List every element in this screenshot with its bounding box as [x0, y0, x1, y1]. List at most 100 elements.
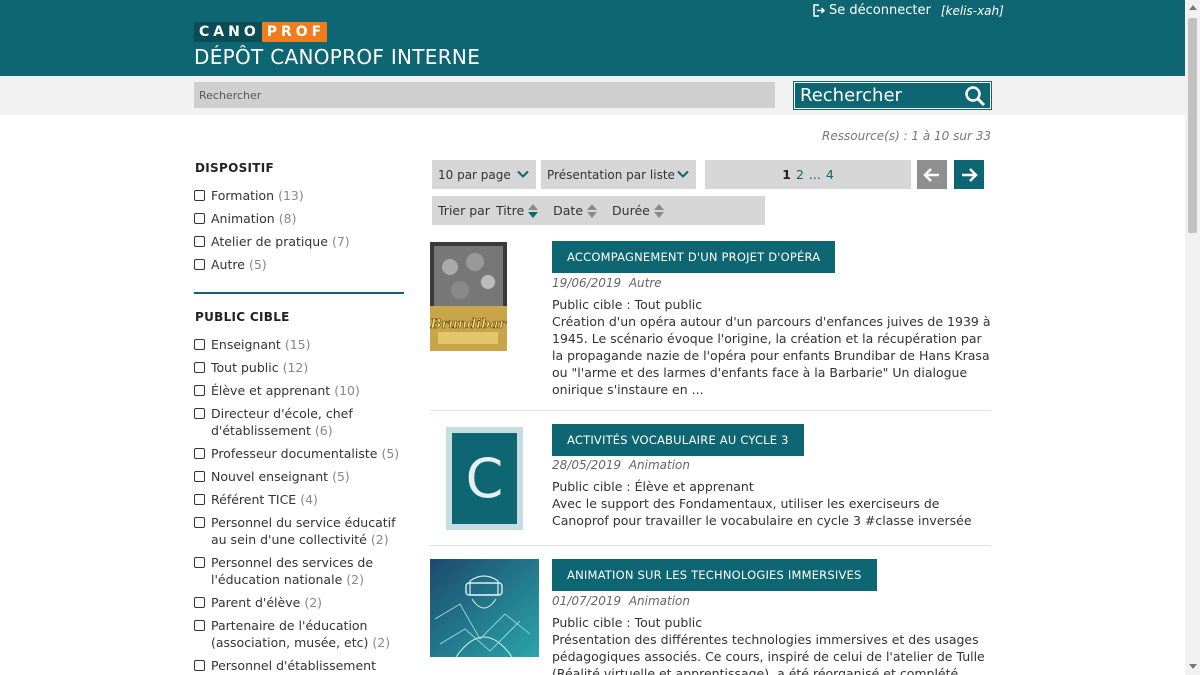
checkbox[interactable]	[194, 339, 205, 350]
facet-label: Animation	[211, 211, 275, 226]
search-placeholder: Rechercher	[199, 88, 262, 102]
checkbox[interactable]	[194, 620, 205, 631]
facet-title-dispositif: DISPOSITIF	[195, 161, 275, 175]
result-title-link[interactable]: ACCOMPAGNEMENT D'UN PROJET D'OPÉRA	[552, 241, 836, 273]
scrollbar-thumb[interactable]	[1188, 18, 1197, 233]
facet-item[interactable]: Élève et apprenant (10)	[194, 382, 409, 399]
checkbox[interactable]	[194, 385, 205, 396]
result-type: Animation	[628, 458, 690, 472]
sort-arrows-icon	[528, 203, 539, 218]
page-link[interactable]: 4	[826, 167, 834, 182]
facet-item[interactable]: Personnel d'établissement	[194, 657, 409, 674]
checkbox[interactable]	[194, 471, 205, 482]
logo-part-prof: PROF	[261, 22, 328, 42]
facet-count: (2)	[304, 595, 323, 610]
previous-page-button[interactable]	[917, 160, 947, 189]
facet-label: Référent TICE	[211, 492, 297, 507]
result-type: Autre	[628, 276, 662, 290]
facet-count: (13)	[278, 188, 304, 203]
sort-label: Trier par	[438, 203, 490, 218]
scroll-up-icon[interactable]	[1189, 5, 1197, 10]
results-summary: Ressource(s) : 1 à 10 sur 33	[822, 129, 991, 143]
facet-item[interactable]: Autre (5)	[194, 256, 409, 273]
sort-by-duration[interactable]: Durée	[612, 203, 665, 219]
facet-label: Atelier de pratique	[211, 234, 328, 249]
facet-count: (2)	[346, 572, 364, 587]
result-thumbnail[interactable]: Brundibar	[430, 242, 507, 351]
page-scrollbar[interactable]	[1185, 0, 1200, 675]
search-input[interactable]: Rechercher	[194, 82, 775, 108]
checkbox[interactable]	[194, 557, 205, 568]
checkbox[interactable]	[194, 213, 205, 224]
logout-label: Se déconnecter	[829, 3, 931, 18]
view-mode-select[interactable]: Présentation par liste	[541, 160, 696, 189]
facet-label: Élève et apprenant	[211, 383, 331, 398]
result-meta: 19/06/2019 Autre	[552, 276, 662, 290]
sort-bar: Trier par Titre Date Durée	[432, 196, 765, 225]
facet-item[interactable]: Personnel du service éducatif au sein d'…	[194, 514, 409, 548]
sort-arrows-icon	[587, 203, 598, 218]
scroll-down-icon[interactable]	[1189, 664, 1197, 669]
view-mode-value: Présentation par liste	[547, 167, 675, 182]
checkbox[interactable]	[194, 362, 205, 373]
facet-label: Nouvel enseignant	[211, 469, 329, 484]
arrow-left-icon	[923, 167, 939, 182]
facet-count: (4)	[300, 492, 318, 507]
facet-title-public: PUBLIC CIBLE	[195, 310, 290, 324]
facet-count: (7)	[331, 234, 350, 249]
checkbox[interactable]	[194, 517, 205, 528]
search-button[interactable]: Rechercher	[793, 81, 992, 110]
result-thumbnail[interactable]: C	[446, 427, 523, 530]
facet-item[interactable]: Atelier de pratique (7)	[194, 233, 409, 250]
canoprof-logo[interactable]: CANO PROF	[194, 22, 328, 42]
result-description: Création d'un opéra autour d'un parcours…	[552, 314, 991, 397]
result-title-link[interactable]: ACTIVITÉS VOCABULAIRE AU CYCLE 3	[552, 424, 804, 456]
facet-count: (2)	[372, 635, 391, 650]
checkbox[interactable]	[194, 236, 205, 247]
page-ellipsis: ...	[808, 167, 821, 182]
facet-count: (12)	[282, 360, 309, 375]
facet-count: (5)	[248, 257, 267, 272]
facet-item[interactable]: Professeur documentaliste (5)	[194, 445, 409, 462]
checkbox[interactable]	[194, 660, 205, 671]
checkbox[interactable]	[194, 448, 205, 459]
facet-item[interactable]: Parent d'élève (2)	[194, 594, 409, 611]
sort-key-label: Date	[553, 203, 584, 218]
facet-label: Formation	[211, 188, 275, 203]
facet-count: (5)	[381, 446, 400, 461]
page-link[interactable]: 2	[796, 167, 804, 182]
page-current: 1	[782, 167, 791, 182]
facet-item[interactable]: Tout public (12)	[194, 359, 409, 376]
result-body: Public cible : Élève et apprenant Avec l…	[552, 478, 992, 529]
result-description: Présentation des différentes technologie…	[552, 632, 985, 675]
facet-item[interactable]: Partenaire de l'éducation (association, …	[194, 617, 409, 651]
facet-label: Autre	[211, 257, 245, 272]
facet-item[interactable]: Nouvel enseignant (5)	[194, 468, 409, 485]
checkbox[interactable]	[194, 259, 205, 270]
facet-count: (15)	[284, 337, 311, 352]
checkbox[interactable]	[194, 408, 205, 419]
next-page-button[interactable]	[954, 160, 984, 189]
result-public: Public cible : Tout public	[552, 297, 703, 312]
facet-item[interactable]: Référent TICE (4)	[194, 491, 409, 508]
logo-part-cano: CANO	[194, 22, 262, 42]
result-thumbnail[interactable]	[430, 559, 539, 657]
facet-label: Professeur documentaliste	[211, 446, 378, 461]
result-divider	[430, 545, 991, 546]
facet-label: Enseignant	[211, 337, 281, 352]
facet-item[interactable]: Enseignant (15)	[194, 336, 409, 353]
per-page-select[interactable]: 10 par page	[432, 160, 536, 189]
checkbox[interactable]	[194, 494, 205, 505]
checkbox[interactable]	[194, 190, 205, 201]
checkbox[interactable]	[194, 597, 205, 608]
pagination: 1 2 ... 4	[705, 160, 911, 189]
sort-by-date[interactable]: Date	[553, 203, 598, 219]
result-title-link[interactable]: ANIMATION SUR LES TECHNOLOGIES IMMERSIVE…	[552, 559, 877, 591]
facet-item[interactable]: Formation (13)	[194, 187, 409, 204]
sort-by-title[interactable]: Titre	[496, 203, 539, 219]
facet-item[interactable]: Personnel des services de l'éducation na…	[194, 554, 409, 588]
logout-link[interactable]: Se déconnecter [kelis-xah]	[812, 3, 1004, 18]
thumbnail-letter: C	[466, 447, 504, 510]
facet-item[interactable]: Directeur d'école, chef d'établissement(…	[194, 405, 409, 439]
facet-item[interactable]: Animation (8)	[194, 210, 409, 227]
